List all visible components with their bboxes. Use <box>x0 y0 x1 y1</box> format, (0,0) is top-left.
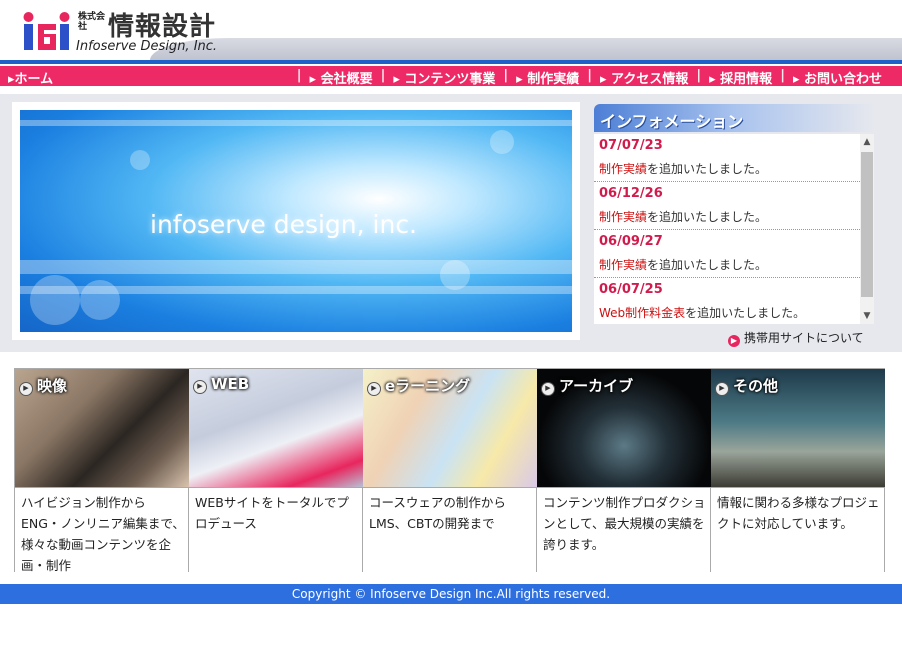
scroll-thumb[interactable] <box>861 152 873 297</box>
company-logo-icon[interactable] <box>22 10 74 54</box>
service-other[interactable]: ▶ その他 情報に関わる多様なプロジェクトに対応しています。 <box>711 368 885 572</box>
info-date: 06/12/26 <box>599 186 663 201</box>
site-footer: Copyright © Infoserve Design Inc.All rig… <box>0 584 902 604</box>
service-web[interactable]: ▶ WEB WEBサイトをトータルでプロデュース <box>189 368 363 572</box>
info-item: 06/12/26 制作実績を追加いたしました。 <box>594 182 860 230</box>
info-title-bar: インフォメーション <box>594 104 874 132</box>
nav-home-link[interactable]: ▸ホーム <box>8 68 53 87</box>
elearning-thumbnail[interactable]: ▶ eラーニング <box>363 368 537 488</box>
service-archive[interactable]: ▶ アーカイブ コンテンツ制作プロダクションとして、最大規模の実績を誇ります。 <box>537 368 711 572</box>
info-date: 06/07/25 <box>599 282 663 297</box>
service-description: 情報に関わる多様なプロジェクトに対応しています。 <box>717 495 880 531</box>
scroll-up-icon[interactable]: ▲ <box>860 134 874 150</box>
info-date: 06/09/27 <box>599 234 663 249</box>
web-thumbnail[interactable]: ▶ WEB <box>189 368 363 488</box>
info-item: 07/07/23 制作実績を追加いたしました。 <box>594 134 860 182</box>
main-navigation: ▸ホーム | ▸ 会社概要 | ▸ コンテンツ事業 | ▸ 制作実績 | ▸ ア… <box>0 66 902 87</box>
info-date: 07/07/23 <box>599 138 663 153</box>
service-description: WEBサイトをトータルでプロデュース <box>195 495 349 531</box>
info-scrollbar[interactable]: ▲ ▼ <box>860 134 874 324</box>
info-link[interactable]: 制作実績 <box>599 210 647 224</box>
site-header: 株式会社 情報設計 Infoserve Design, Inc. <box>0 0 902 66</box>
info-item: 06/07/25 Web制作料金表を追加いたしました。 <box>594 278 860 324</box>
info-item: 06/09/27 制作実績を追加いたしました。 <box>594 230 860 278</box>
info-link[interactable]: 制作実績 <box>599 258 647 272</box>
service-description: コンテンツ制作プロダクションとして、最大規模の実績を誇ります。 <box>543 495 706 552</box>
video-thumbnail[interactable]: ▶ 映像 <box>15 368 189 488</box>
header-divider <box>0 60 902 64</box>
nav-recruit-link[interactable]: ▸ 採用情報 <box>701 68 780 87</box>
info-title: インフォメーション <box>600 112 744 131</box>
hero-banner: infoserve design, inc. <box>20 110 572 332</box>
archive-thumbnail[interactable]: ▶ アーカイブ <box>537 368 711 488</box>
service-description: ハイビジョン制作からENG・ノンリニア編集まで、様々な動画コンテンツを企画・制作 <box>21 495 185 573</box>
banner-text: infoserve design, inc. <box>150 210 418 239</box>
info-link[interactable]: 制作実績 <box>599 162 647 176</box>
service-elearning[interactable]: ▶ eラーニング コースウェアの制作からLMS、CBTの開発まで <box>363 368 537 572</box>
play-icon: ▶ <box>715 382 729 396</box>
play-icon: ▶ <box>19 382 33 396</box>
copyright-text: Copyright © Infoserve Design Inc.All rig… <box>291 587 611 601</box>
info-link[interactable]: Web制作料金表 <box>599 306 685 320</box>
info-list-box: 07/07/23 制作実績を追加いたしました。 06/12/26 制作実績を追加… <box>594 134 874 324</box>
nav-works-link[interactable]: ▸ 制作実績 <box>508 68 587 87</box>
nav-access-link[interactable]: ▸ アクセス情報 <box>592 68 696 87</box>
play-icon: ▶ <box>541 382 555 396</box>
logo-corp-text: 株式会社 <box>78 12 106 32</box>
nav-company-link[interactable]: ▸ 会社概要 <box>302 68 381 87</box>
play-icon: ▶ <box>367 382 381 396</box>
nav-items: | ▸ 会社概要 | ▸ コンテンツ事業 | ▸ 制作実績 | ▸ アクセス情報… <box>297 68 890 87</box>
service-description: コースウェアの制作からLMS、CBTの開発まで <box>369 495 506 531</box>
logo-name-text: 情報設計 <box>108 12 217 42</box>
info-list: 07/07/23 制作実績を追加いたしました。 06/12/26 制作実績を追加… <box>594 134 860 324</box>
services-grid: ▶ 映像 ハイビジョン制作からENG・ノンリニア編集まで、様々な動画コンテンツを企… <box>14 368 886 573</box>
other-thumbnail[interactable]: ▶ その他 <box>711 368 885 488</box>
play-icon: ▶ <box>193 380 207 394</box>
logo-english-name: Infoserve Design, Inc. <box>76 39 218 54</box>
nav-contents-link[interactable]: ▸ コンテンツ事業 <box>385 68 503 87</box>
nav-contact-link[interactable]: ▸ お問い合わせ <box>785 68 890 87</box>
mobile-site-link[interactable]: ▶ 携帯用サイトについて <box>728 329 864 347</box>
header-swoosh <box>150 38 902 60</box>
scroll-down-icon[interactable]: ▼ <box>860 308 874 324</box>
arrow-bullet-icon: ▶ <box>728 335 740 347</box>
service-video[interactable]: ▶ 映像 ハイビジョン制作からENG・ノンリニア編集まで、様々な動画コンテンツを企… <box>15 368 189 573</box>
